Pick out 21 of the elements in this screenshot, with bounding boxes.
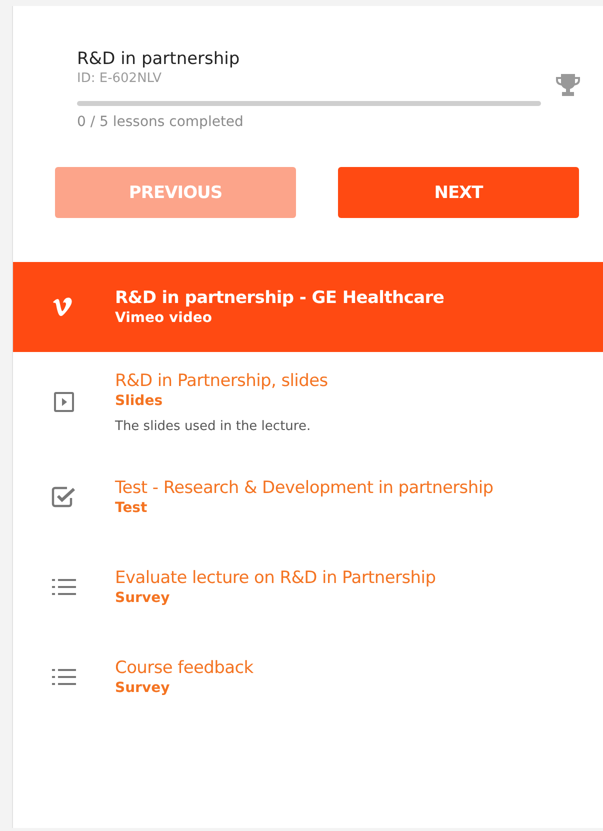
lesson-item[interactable]: R&D in partnership - GE Healthcare Vimeo video bbox=[13, 262, 603, 352]
lesson-title: Evaluate lecture on R&D in Partnership bbox=[115, 566, 436, 588]
list-icon bbox=[52, 668, 76, 686]
lesson-title: R&D in partnership - GE Healthcare bbox=[115, 286, 444, 308]
lesson-type: Survey bbox=[115, 678, 171, 698]
trophy-icon bbox=[555, 72, 581, 98]
play-icon bbox=[53, 391, 75, 413]
course-title: R&D in partnership bbox=[77, 48, 241, 70]
next-button[interactable]: NEXT bbox=[338, 167, 579, 218]
lesson-type: Slides bbox=[115, 392, 164, 411]
lesson-type: Test bbox=[115, 498, 148, 518]
lesson-title: Test - Research & Development in partnership bbox=[115, 476, 494, 498]
checkbox-icon bbox=[51, 485, 77, 509]
lesson-type: Vimeo video bbox=[115, 308, 214, 328]
lesson-type: Survey bbox=[115, 588, 171, 608]
course-id: ID: E-602NLV bbox=[77, 70, 163, 88]
progress-text: 0 / 5 lessons completed bbox=[77, 114, 244, 130]
lesson-title: R&D in Partnership, slides bbox=[115, 370, 328, 392]
list-icon bbox=[52, 578, 76, 596]
lesson-title: Course feedback bbox=[115, 656, 254, 678]
lesson-description: The slides used in the lecture. bbox=[115, 419, 312, 434]
